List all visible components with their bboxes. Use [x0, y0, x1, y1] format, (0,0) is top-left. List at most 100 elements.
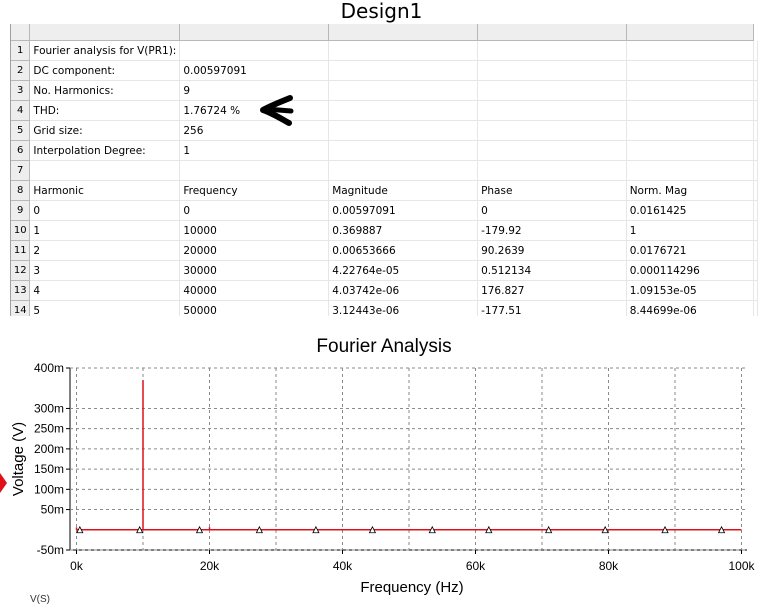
table-cell[interactable]: [328, 60, 479, 81]
table-cell[interactable]: -179.92: [477, 220, 627, 241]
table-cell[interactable]: 1.09153e-05: [626, 280, 755, 301]
table-cell[interactable]: 20000: [179, 240, 330, 261]
table-cell[interactable]: DC component:: [29, 60, 181, 81]
table-cell[interactable]: [626, 60, 755, 81]
table-cell[interactable]: [753, 300, 758, 316]
table-cell[interactable]: [753, 220, 758, 241]
table-cell[interactable]: Phase: [477, 180, 627, 201]
table-cell[interactable]: [753, 280, 758, 301]
table-cell[interactable]: 5: [29, 300, 181, 316]
results-grid[interactable]: 1 Fourier analysis for V(PR1): 2 DC compone…: [10, 24, 758, 316]
table-cell[interactable]: [477, 160, 627, 181]
table-cell[interactable]: 0.0176721: [626, 240, 755, 261]
table-cell[interactable]: [179, 160, 330, 181]
row-number[interactable]: 1: [11, 40, 31, 61]
table-cell[interactable]: No. Harmonics:: [29, 80, 181, 101]
table-cell[interactable]: 2: [29, 240, 181, 261]
table-cell[interactable]: [753, 120, 758, 141]
row-number[interactable]: 2: [11, 60, 31, 81]
table-cell[interactable]: 4.22764e-05: [328, 260, 479, 281]
table-cell[interactable]: [753, 180, 758, 201]
row-number[interactable]: 11: [11, 240, 31, 261]
table-cell[interactable]: [753, 40, 758, 61]
table-cell[interactable]: 0: [477, 200, 627, 221]
table-cell[interactable]: [477, 60, 627, 81]
table-cell[interactable]: 3.12443e-06: [328, 300, 479, 316]
table-cell[interactable]: THD:: [29, 100, 181, 121]
table-cell[interactable]: 10000: [179, 220, 330, 241]
table-cell[interactable]: 90.2639: [477, 240, 627, 261]
table-cell[interactable]: [753, 140, 758, 161]
table-cell[interactable]: 0: [179, 200, 330, 221]
table-cell[interactable]: [753, 80, 758, 101]
table-cell[interactable]: [328, 120, 479, 141]
table-cell[interactable]: 40000: [179, 280, 330, 301]
row-number[interactable]: 7: [11, 160, 31, 181]
table-cell[interactable]: 50000: [179, 300, 330, 316]
table-cell[interactable]: 0.512134: [477, 260, 627, 281]
table-cell[interactable]: 0.00653666: [328, 240, 479, 261]
row-number[interactable]: 3: [11, 80, 31, 101]
table-cell[interactable]: [328, 80, 479, 101]
table-cell[interactable]: Interpolation Degree:: [29, 140, 181, 161]
table-cell[interactable]: 8.44699e-06: [626, 300, 755, 316]
table-cell[interactable]: [328, 100, 479, 121]
table-cell[interactable]: [626, 160, 755, 181]
column-header[interactable]: [29, 24, 181, 41]
row-number[interactable]: 13: [11, 280, 31, 301]
column-header[interactable]: [626, 24, 755, 41]
table-cell[interactable]: Grid size:: [29, 120, 181, 141]
table-cell[interactable]: [477, 120, 627, 141]
table-cell[interactable]: [626, 40, 755, 61]
table-cell[interactable]: [328, 40, 479, 61]
table-cell[interactable]: [753, 240, 758, 261]
table-cell[interactable]: Frequency: [179, 180, 330, 201]
table-cell[interactable]: 0.00597091: [179, 60, 330, 81]
table-cell[interactable]: [29, 160, 181, 181]
row-number[interactable]: 9: [11, 200, 31, 221]
column-header[interactable]: [477, 24, 627, 41]
row-number[interactable]: 12: [11, 260, 31, 281]
table-cell[interactable]: [753, 200, 758, 221]
row-number[interactable]: 6: [11, 140, 31, 161]
table-cell[interactable]: Norm. Mag: [626, 180, 755, 201]
table-cell[interactable]: 176.827: [477, 280, 627, 301]
table-cell[interactable]: Magnitude: [328, 180, 479, 201]
table-cell[interactable]: [753, 160, 758, 181]
table-cell[interactable]: 4: [29, 280, 181, 301]
table-cell[interactable]: [626, 80, 755, 101]
table-cell[interactable]: 0.00597091: [328, 200, 479, 221]
table-cell[interactable]: [477, 140, 627, 161]
table-cell[interactable]: 1.76724 %: [179, 100, 330, 121]
table-cell[interactable]: [477, 100, 627, 121]
table-cell[interactable]: 4.03742e-06: [328, 280, 479, 301]
row-number[interactable]: 10: [11, 220, 31, 241]
column-header[interactable]: [179, 24, 330, 41]
row-number[interactable]: 4: [11, 100, 31, 121]
table-cell[interactable]: Fourier analysis for V(PR1):: [29, 40, 181, 61]
column-header[interactable]: [328, 24, 479, 41]
table-cell[interactable]: [753, 60, 758, 81]
table-cell[interactable]: 1: [626, 220, 755, 241]
table-cell[interactable]: [753, 100, 758, 121]
table-cell[interactable]: 0.0161425: [626, 200, 755, 221]
table-cell[interactable]: 0.369887: [328, 220, 479, 241]
table-cell[interactable]: [328, 140, 479, 161]
table-cell[interactable]: 9: [179, 80, 330, 101]
table-cell[interactable]: [626, 100, 755, 121]
table-cell[interactable]: 30000: [179, 260, 330, 281]
table-cell[interactable]: [626, 140, 755, 161]
table-cell[interactable]: 256: [179, 120, 330, 141]
table-cell[interactable]: 1: [179, 140, 330, 161]
table-cell[interactable]: [328, 160, 479, 181]
table-cell[interactable]: [477, 80, 627, 101]
row-number[interactable]: 5: [11, 120, 31, 141]
table-cell[interactable]: [179, 40, 330, 61]
table-cell[interactable]: -177.51: [477, 300, 627, 316]
table-cell[interactable]: [753, 260, 758, 281]
table-cell[interactable]: Harmonic: [29, 180, 181, 201]
table-cell[interactable]: [477, 40, 627, 61]
table-cell[interactable]: 0: [29, 200, 181, 221]
row-number[interactable]: 14: [11, 300, 31, 316]
table-cell[interactable]: [626, 120, 755, 141]
